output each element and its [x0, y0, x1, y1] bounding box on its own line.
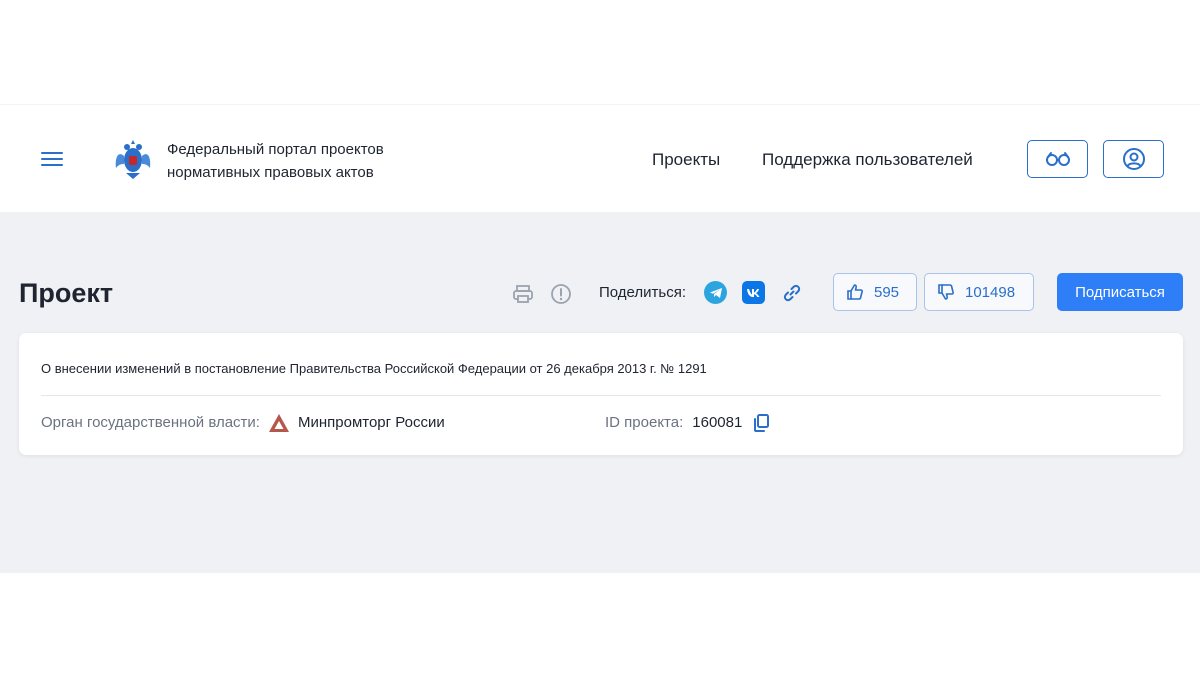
copy-link-button[interactable] — [780, 281, 803, 304]
thumbs-down-icon — [938, 284, 954, 300]
like-button[interactable]: 595 — [833, 273, 917, 311]
project-card: О внесении изменений в постановление Пра… — [19, 333, 1183, 455]
thumbs-up-icon — [847, 284, 863, 300]
site-header: Федеральный портал проектов нормативных … — [0, 106, 1200, 212]
share-telegram-button[interactable] — [704, 281, 727, 304]
page-title: Проект — [19, 278, 114, 308]
portal-title[interactable]: Федеральный портал проектов нормативных … — [167, 138, 427, 184]
share-vk-button[interactable] — [742, 281, 765, 304]
top-blank-area — [0, 0, 1200, 105]
telegram-icon — [709, 287, 722, 298]
glasses-icon — [1045, 152, 1070, 166]
print-button[interactable] — [511, 282, 535, 306]
card-divider — [41, 395, 1161, 396]
main-content: Проект Поделиться: 595 101498 Подписатьс… — [0, 212, 1200, 573]
portal-title-line1: Федеральный портал проектов — [167, 141, 384, 158]
share-label: Поделиться: — [599, 284, 686, 301]
report-button[interactable] — [549, 282, 573, 306]
portal-title-line2: нормативных правовых актов — [167, 164, 374, 181]
subscribe-button[interactable]: Подписаться — [1057, 273, 1183, 311]
link-icon — [783, 284, 800, 301]
account-button[interactable] — [1103, 140, 1164, 178]
nav-support[interactable]: Поддержка пользователей — [762, 150, 973, 170]
project-id-value: 160081 — [692, 414, 743, 431]
project-id-label: ID проекта: — [605, 414, 684, 431]
dislike-button[interactable]: 101498 — [924, 273, 1034, 311]
like-count: 595 — [874, 283, 900, 301]
authority-row: Орган государственной власти: Минпромтор… — [41, 413, 445, 433]
bottom-blank-area — [0, 573, 1200, 675]
accessibility-button[interactable] — [1027, 140, 1088, 178]
dislike-count: 101498 — [965, 283, 1016, 301]
emblem-icon[interactable] — [112, 136, 154, 182]
authority-label: Орган государственной власти: — [41, 414, 260, 431]
exclamation-circle-icon — [551, 284, 571, 304]
hamburger-menu-icon[interactable] — [40, 150, 66, 168]
nav-projects[interactable]: Проекты — [652, 150, 720, 170]
printer-icon — [513, 285, 533, 303]
project-id-row: ID проекта: 160081 — [605, 413, 770, 433]
authority-value[interactable]: Минпромторг России — [298, 414, 445, 432]
copy-icon[interactable] — [752, 413, 770, 433]
project-title: О внесении изменений в постановление Пра… — [41, 361, 707, 376]
user-circle-icon — [1122, 148, 1145, 170]
vk-icon — [747, 288, 760, 297]
ministry-logo-icon — [268, 414, 289, 432]
